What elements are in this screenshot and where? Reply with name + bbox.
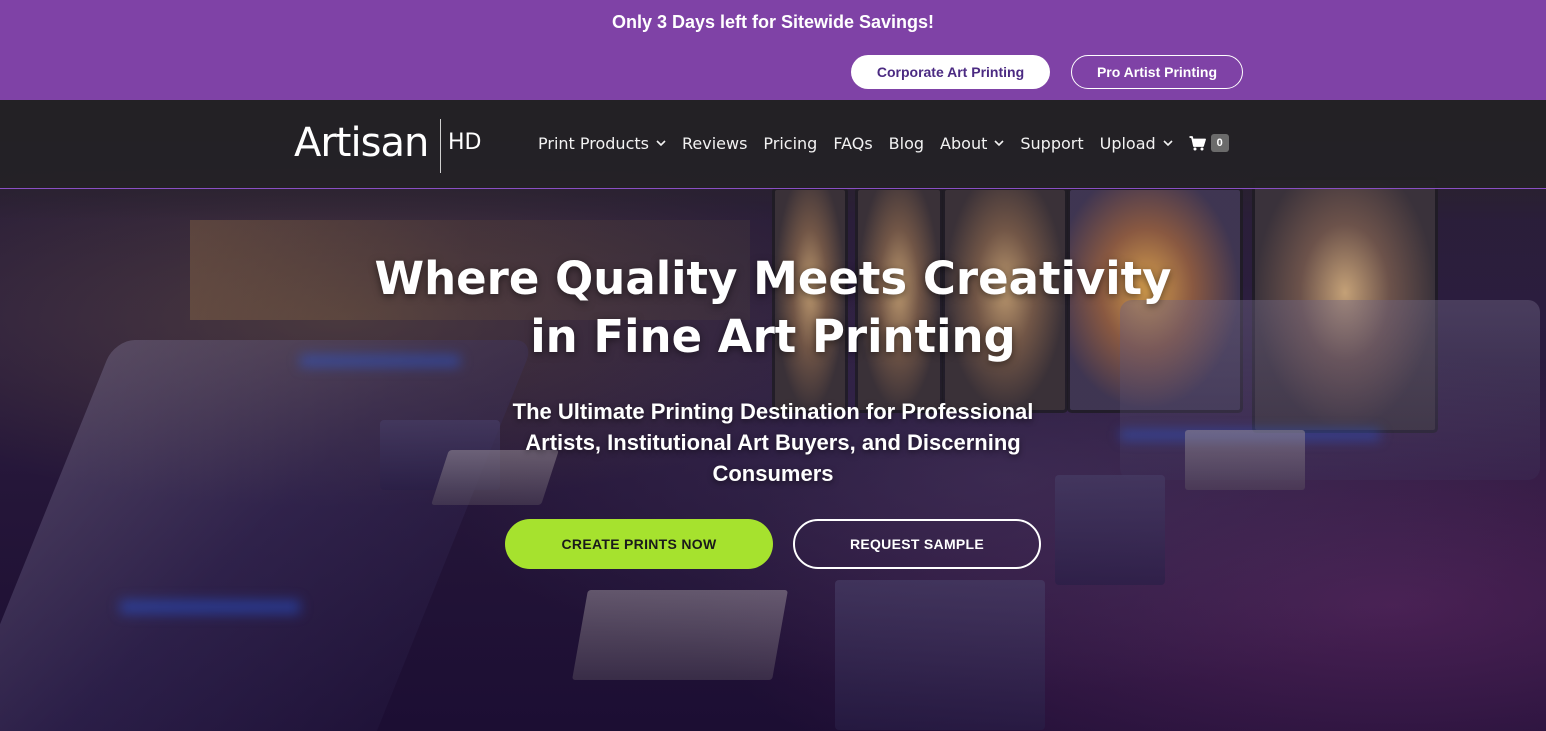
- hero-title: Where Quality Meets Creativity in Fine A…: [0, 250, 1546, 366]
- hero-subtitle-line: Artists, Institutional Art Buyers, and D…: [525, 430, 1021, 455]
- hero-section: Where Quality Meets Creativity in Fine A…: [0, 100, 1546, 731]
- promo-bar: Only 3 Days left for Sitewide Savings! C…: [0, 0, 1546, 100]
- lounge-seat-decor: [1055, 475, 1165, 585]
- cart-count-badge: 0: [1210, 134, 1229, 152]
- chevron-down-icon: [994, 140, 1004, 147]
- create-prints-now-button[interactable]: CREATE PRINTS NOW: [505, 519, 773, 569]
- nav-item-label: About: [940, 133, 988, 153]
- hero-title-line: Where Quality Meets Creativity: [374, 252, 1172, 305]
- pro-artist-printing-button[interactable]: Pro Artist Printing: [1071, 55, 1243, 89]
- artisan-hd-logo[interactable]: Artisan HD: [294, 117, 489, 173]
- lounge-bench-decor: [0, 340, 535, 731]
- nav-item-pricing[interactable]: Pricing: [763, 134, 817, 153]
- logo-suffix: HD: [448, 130, 482, 155]
- nav-item-label: Pricing: [763, 133, 818, 153]
- corporate-art-printing-button[interactable]: Corporate Art Printing: [851, 55, 1050, 89]
- logo-wordmark: Artisan: [294, 120, 429, 166]
- nav-item-reviews[interactable]: Reviews: [682, 134, 747, 153]
- nav-menu: Print Products Reviews Pricing FAQs Blog…: [538, 131, 1229, 155]
- nav-item-label: Upload: [1099, 133, 1156, 153]
- blue-light-decor: [120, 600, 300, 614]
- lounge-table-decor: [1185, 430, 1305, 490]
- shopping-cart-icon: [1189, 135, 1206, 150]
- logo-divider: [440, 119, 441, 173]
- main-navbar: Artisan HD Print Products Reviews Pricin…: [0, 100, 1546, 189]
- nav-item-label: Blog: [888, 133, 925, 153]
- cart-button[interactable]: 0: [1189, 134, 1229, 152]
- nav-item-about[interactable]: About: [940, 134, 1004, 153]
- nav-item-label: Print Products: [538, 133, 649, 153]
- chevron-down-icon: [656, 140, 666, 147]
- nav-item-faqs[interactable]: FAQs: [833, 134, 872, 153]
- nav-item-print-products[interactable]: Print Products: [538, 134, 666, 153]
- nav-item-label: Reviews: [681, 133, 748, 153]
- nav-item-blog[interactable]: Blog: [889, 134, 924, 153]
- hero-subtitle: The Ultimate Printing Destination for Pr…: [493, 396, 1053, 489]
- chevron-down-icon: [1163, 140, 1173, 147]
- promo-message: Only 3 Days left for Sitewide Savings!: [611, 12, 935, 32]
- hero-title-line: in Fine Art Printing: [530, 310, 1016, 363]
- lounge-table-decor: [572, 590, 788, 680]
- hero-subtitle-line: The Ultimate Printing Destination for Pr…: [512, 399, 1034, 424]
- lounge-seat-decor: [835, 580, 1045, 730]
- nav-item-support[interactable]: Support: [1020, 134, 1083, 153]
- nav-item-upload[interactable]: Upload: [1100, 134, 1173, 153]
- nav-item-label: Support: [1020, 133, 1084, 153]
- nav-item-label: FAQs: [833, 133, 873, 153]
- hero-subtitle-line: Consumers: [712, 461, 834, 486]
- request-sample-button[interactable]: REQUEST SAMPLE: [793, 519, 1041, 569]
